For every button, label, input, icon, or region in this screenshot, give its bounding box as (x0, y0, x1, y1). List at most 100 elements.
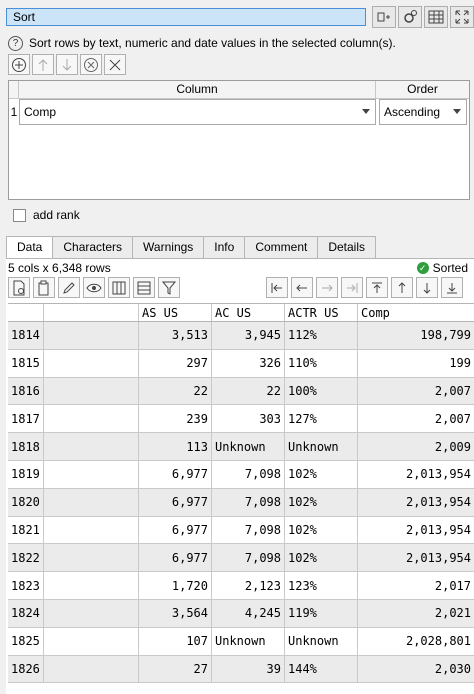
actr-us-cell[interactable]: 102% (285, 516, 358, 544)
ac-us-cell[interactable]: 7,098 (212, 488, 285, 516)
expand-icon[interactable] (450, 6, 474, 28)
as-us-cell[interactable]: 3,564 (139, 599, 212, 627)
table-row[interactable]: 1817 239 303 127% 2,007 (8, 405, 474, 434)
actr-us-cell[interactable]: 102% (285, 460, 358, 488)
comp-cell[interactable]: 2,013,954 (358, 517, 474, 544)
header-actr-us[interactable]: ACTR US (285, 304, 358, 321)
table-row[interactable]: 1814 3,513 3,945 112% 198,799 (8, 322, 474, 350)
ac-us-cell[interactable]: 7,098 (212, 516, 285, 544)
row-blank[interactable] (44, 460, 139, 488)
move-up-icon[interactable] (32, 54, 54, 75)
last-column-icon[interactable] (341, 277, 363, 298)
row-index[interactable]: 1821 (8, 516, 44, 544)
as-us-cell[interactable]: 6,977 (139, 516, 212, 544)
actr-us-cell[interactable]: 100% (285, 377, 358, 405)
table-row[interactable]: 1821 6,977 7,098 102% 2,013,954 (8, 516, 474, 545)
tab-details[interactable]: Details (317, 236, 377, 258)
row-blank[interactable] (44, 377, 139, 405)
ac-us-cell[interactable]: 7,098 (212, 460, 285, 488)
arrow-right-icon[interactable] (316, 277, 338, 298)
comp-cell[interactable]: 198,799 (358, 322, 474, 349)
remove-icon[interactable] (80, 54, 102, 75)
actr-us-cell[interactable]: 123% (285, 572, 358, 599)
actr-us-cell[interactable]: 110% (285, 349, 358, 377)
row-blank[interactable] (44, 599, 139, 627)
row-blank[interactable] (44, 405, 139, 433)
first-column-icon[interactable] (266, 277, 288, 298)
table-icon[interactable] (424, 6, 448, 28)
last-row-icon[interactable] (441, 277, 463, 298)
table-row[interactable]: 1818 113 Unknown Unknown 2,009 (8, 433, 474, 461)
actr-us-cell[interactable]: 144% (285, 655, 358, 683)
actr-us-cell[interactable]: 102% (285, 488, 358, 516)
as-us-cell[interactable]: 239 (139, 405, 212, 433)
table-row[interactable]: 1825 107 Unknown Unknown 2,028,801 (8, 627, 474, 656)
ac-us-cell[interactable]: 303 (212, 405, 285, 433)
help-icon[interactable]: ? (8, 35, 23, 51)
clear-icon[interactable] (104, 54, 126, 75)
row-index[interactable]: 1824 (8, 599, 44, 627)
table-row[interactable]: 1822 6,977 7,098 102% 2,013,954 (8, 544, 474, 573)
row-blank[interactable] (44, 655, 139, 683)
table-row[interactable]: 1816 22 22 100% 2,007 (8, 377, 474, 406)
copy-icon[interactable] (33, 277, 55, 298)
comp-cell[interactable]: 2,013,954 (358, 489, 474, 516)
columns-icon[interactable] (108, 277, 130, 298)
as-us-cell[interactable]: 113 (139, 433, 212, 460)
move-down-icon[interactable] (56, 54, 78, 75)
table-row[interactable]: 1819 6,977 7,098 102% 2,013,954 (8, 460, 474, 489)
row-index[interactable]: 1823 (8, 572, 44, 599)
as-us-cell[interactable]: 297 (139, 349, 212, 377)
arrow-up-icon[interactable] (391, 277, 413, 298)
comp-cell[interactable]: 199 (358, 350, 474, 377)
filter-icon[interactable] (158, 277, 180, 298)
as-us-cell[interactable]: 6,977 (139, 488, 212, 516)
first-row-icon[interactable] (366, 277, 388, 298)
ac-us-cell[interactable]: 22 (212, 377, 285, 405)
as-us-cell[interactable]: 3,513 (139, 322, 212, 349)
ac-us-cell[interactable]: 3,945 (212, 322, 285, 349)
actr-us-cell[interactable]: 119% (285, 599, 358, 627)
as-us-cell[interactable]: 27 (139, 655, 212, 683)
actr-us-cell[interactable]: 102% (285, 544, 358, 572)
ac-us-cell[interactable]: 7,098 (212, 544, 285, 572)
comp-cell[interactable]: 2,013,954 (358, 461, 474, 488)
tab-warnings[interactable]: Warnings (132, 236, 205, 258)
row-index[interactable]: 1826 (8, 655, 44, 683)
table-row[interactable]: 1826 27 39 144% 2,030 (8, 655, 474, 684)
ac-us-cell[interactable]: Unknown (212, 627, 285, 655)
table-row[interactable]: 1815 297 326 110% 199 (8, 349, 474, 378)
tab-info[interactable]: Info (203, 236, 246, 258)
comp-cell[interactable]: 2,007 (358, 405, 474, 432)
as-us-cell[interactable]: 107 (139, 627, 212, 655)
actr-us-cell[interactable]: 127% (285, 405, 358, 433)
as-us-cell[interactable]: 1,720 (139, 572, 212, 599)
view-icon[interactable] (83, 277, 105, 298)
actr-us-cell[interactable]: Unknown (285, 433, 358, 460)
ac-us-cell[interactable]: 39 (212, 655, 285, 683)
row-index[interactable]: 1816 (8, 377, 44, 405)
row-index[interactable]: 1825 (8, 627, 44, 655)
row-index[interactable]: 1819 (8, 460, 44, 488)
node-title-field[interactable]: Sort (6, 8, 366, 26)
ac-us-cell[interactable]: 2,123 (212, 572, 285, 599)
header-as-us[interactable]: AS US (139, 304, 212, 321)
row-blank[interactable] (44, 544, 139, 572)
row-index[interactable]: 1815 (8, 349, 44, 377)
rows-icon[interactable] (133, 277, 155, 298)
add-rank-checkbox[interactable] (13, 208, 26, 222)
comp-cell[interactable]: 2,007 (358, 378, 474, 405)
actr-us-cell[interactable]: 112% (285, 322, 358, 349)
ac-us-cell[interactable]: 326 (212, 349, 285, 377)
row-index[interactable]: 1822 (8, 544, 44, 572)
arrow-left-icon[interactable] (291, 277, 313, 298)
column-select[interactable]: Comp (19, 99, 376, 125)
row-blank[interactable] (44, 349, 139, 377)
comp-cell[interactable]: 2,009 (358, 433, 474, 460)
add-icon[interactable] (8, 54, 30, 75)
add-rank-option[interactable]: add rank (13, 208, 80, 222)
row-blank[interactable] (44, 488, 139, 516)
row-index[interactable]: 1817 (8, 405, 44, 433)
tab-comment[interactable]: Comment (244, 236, 319, 258)
comp-cell[interactable]: 2,021 (358, 600, 474, 627)
